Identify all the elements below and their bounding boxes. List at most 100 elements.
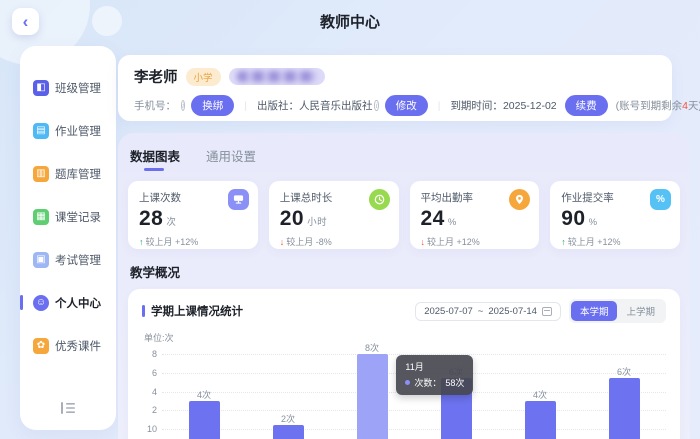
bar[interactable]: 4次 (525, 401, 556, 439)
sidebar-item-label: 考试管理 (55, 252, 101, 268)
chart-tooltip: 11月 次数： 58次 (396, 355, 473, 395)
bar-value-label: 2次 (281, 412, 295, 425)
stat-trend: ↓较上月 +12% (421, 235, 529, 248)
page-title: 教师中心 (0, 11, 700, 32)
sidebar-item-label: 作业管理 (55, 123, 101, 139)
profile-icon: ☺ (33, 295, 49, 311)
y-tick: 4 (142, 387, 157, 397)
calendar-icon (542, 307, 552, 316)
semester-toggle: 本学期 上学期 (569, 299, 666, 323)
teacher-name: 李老师 (134, 66, 178, 87)
sidebar-item-label: 课堂记录 (55, 209, 101, 225)
tooltip-series-label: 次数： (414, 376, 441, 389)
tab-general-settings[interactable]: 通用设置 (206, 146, 256, 171)
section-title-teaching-overview: 教学概况 (130, 262, 680, 281)
stat-value: 24% (421, 207, 529, 231)
change-bind-button[interactable]: 换绑 (191, 95, 234, 116)
bar[interactable]: 2次 (273, 425, 304, 439)
tooltip-value: 58次 (445, 376, 464, 389)
y-tick: 8 (142, 349, 157, 359)
divider: | (244, 100, 247, 112)
sidebar-item-excellent-courseware[interactable]: ✿ 优秀课件 (33, 324, 116, 367)
homework-icon: ▤ (33, 123, 49, 139)
publisher-label: 出版社： (257, 98, 299, 113)
date-range-picker[interactable]: 2025-07-07 ~ 2025-07-14 (415, 302, 561, 321)
question-bank-icon: ▥ (33, 166, 49, 182)
divider: | (438, 100, 441, 112)
sidebar-item-exam-management[interactable]: ▣ 考试管理 (33, 238, 116, 281)
toggle-current-semester[interactable]: 本学期 (571, 301, 618, 321)
bar-value-label: 6次 (617, 365, 631, 378)
y-tick: 6 (142, 368, 157, 378)
publisher-value: 人民音乐出版社 (299, 98, 373, 113)
expire-note: (账号到期剩余4天) (616, 98, 700, 113)
stat-unit: 次 (166, 217, 176, 228)
presentation-icon (228, 189, 249, 210)
stat-card-attendance-rate[interactable]: 平均出勤率 24% ↓较上月 +12% (410, 181, 540, 249)
renew-button[interactable]: 续费 (565, 95, 608, 116)
tab-bar: 数据图表 通用设置 (128, 146, 680, 171)
sidebar-item-homework-management[interactable]: ▤ 作业管理 (33, 109, 116, 152)
bar[interactable]: 6次 (609, 378, 640, 439)
percent-icon: % (650, 189, 671, 210)
sidebar-item-personal-center[interactable]: ☺ 个人中心 (33, 281, 116, 324)
date-start: 2025-07-07 (424, 306, 473, 317)
title-marker (142, 305, 145, 317)
sidebar-item-class-management[interactable]: ◧ 班级管理 (33, 66, 116, 109)
stat-unit: % (448, 217, 457, 228)
class-icon: ◧ (33, 80, 49, 96)
trend-down-icon: ↓ (421, 237, 426, 247)
y-tick: 2 (142, 405, 157, 415)
stat-cards: 上课次数 28次 ↑较上月 +12% 上课总时长 20小时 ↓较上月 -8% 平… (128, 181, 680, 249)
stat-trend: ↑较上月 +12% (139, 235, 247, 248)
date-end: 2025-07-14 (488, 306, 537, 317)
sidebar-collapse-button[interactable] (20, 402, 116, 414)
sidebar-item-label: 个人中心 (55, 295, 101, 311)
sidebar-item-label: 班级管理 (55, 80, 101, 96)
sidebar-item-label: 题库管理 (55, 166, 101, 182)
y-axis-unit-label: 单位:次 (144, 331, 666, 344)
class-record-icon: ▦ (33, 209, 49, 225)
edit-publisher-button[interactable]: 修改 (385, 95, 428, 116)
date-separator: ~ (478, 306, 484, 317)
stat-value: 28次 (139, 207, 247, 231)
stat-card-lesson-count[interactable]: 上课次数 28次 ↑较上月 +12% (128, 181, 258, 249)
level-badge: 小学 (186, 68, 221, 86)
bar-value-label: 4次 (533, 388, 547, 401)
sidebar-item-question-bank[interactable]: ▥ 题库管理 (33, 152, 116, 195)
bar-value-label: 4次 (197, 388, 211, 401)
trend-up-icon: ↑ (139, 237, 144, 247)
courseware-icon: ✿ (33, 338, 49, 354)
clock-icon (369, 189, 390, 210)
bar[interactable]: 8次 (357, 354, 388, 439)
sidebar: ◧ 班级管理 ▤ 作业管理 ▥ 题库管理 ▦ 课堂记录 ▣ 考试管理 ☺ 个人中… (20, 46, 116, 430)
series-dot-icon (405, 380, 410, 385)
collapse-icon (61, 402, 75, 414)
tooltip-title: 11月 (405, 360, 464, 373)
tab-data-charts[interactable]: 数据图表 (130, 146, 180, 171)
bar-value-label: 8次 (365, 341, 379, 354)
exam-icon: ▣ (33, 252, 49, 268)
sidebar-item-class-record[interactable]: ▦ 课堂记录 (33, 195, 116, 238)
y-tick: 10 (142, 424, 157, 434)
stat-card-total-hours[interactable]: 上课总时长 20小时 ↓较上月 -8% (269, 181, 399, 249)
chart-title: 学期上课情况统计 (151, 303, 243, 319)
bar[interactable]: 4次 (189, 401, 220, 439)
stat-value: 90% (561, 207, 669, 231)
chart-card: 学期上课情况统计 2025-07-07 ~ 2025-07-14 本学期 上学期… (128, 289, 680, 439)
trend-up-icon: ↑ (561, 237, 566, 247)
info-icon[interactable]: i (374, 100, 378, 111)
profile-card: 李老师 小学 手机号： i 换绑 | 出版社： 人民音乐出版社 i 修改 | 到… (118, 55, 672, 121)
stat-card-homework-rate[interactable]: 作业提交率 % 90% ↑较上月 +12% (550, 181, 680, 249)
stat-trend: ↑较上月 +12% (561, 235, 669, 248)
stat-unit: % (589, 217, 598, 228)
toggle-last-semester[interactable]: 上学期 (617, 301, 664, 321)
bar-chart-plot: 8 6 4 2 10 0 4次 2次 8次 6次 4次 6次 11月 次数： 5… (162, 354, 666, 439)
info-icon[interactable]: i (181, 100, 185, 111)
school-badge-masked (229, 68, 325, 85)
phone-label: 手机号： (134, 98, 176, 113)
stat-value: 20小时 (280, 207, 388, 231)
trend-down-icon: ↓ (280, 237, 285, 247)
sidebar-item-label: 优秀课件 (55, 338, 101, 354)
top-header: ‹ 教师中心 (0, 0, 700, 40)
